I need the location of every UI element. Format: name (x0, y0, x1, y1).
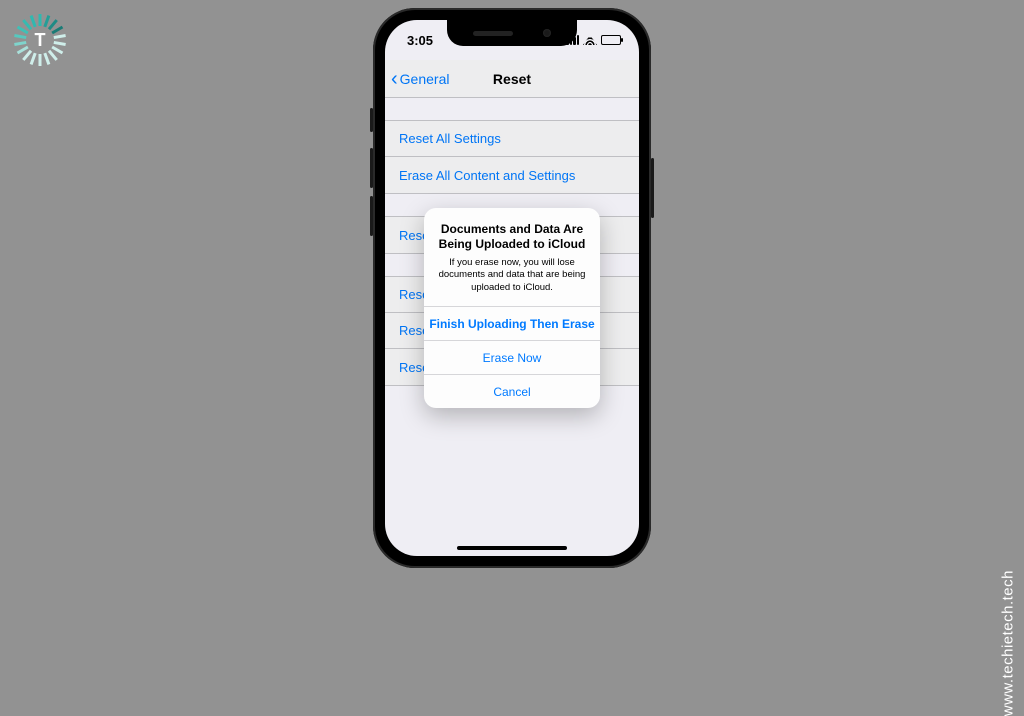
cancel-button[interactable]: Cancel (424, 374, 600, 408)
alert-title: Documents and Data Are Being Uploaded to… (436, 222, 588, 253)
icloud-upload-alert: Documents and Data Are Being Uploaded to… (424, 208, 600, 408)
alert-message: If you erase now, you will lose document… (436, 257, 588, 294)
button-label: Cancel (493, 385, 530, 399)
front-camera (543, 29, 551, 37)
power-button (651, 158, 654, 218)
finish-uploading-button[interactable]: Finish Uploading Then Erase (424, 306, 600, 340)
brand-logo-letter: T (35, 30, 46, 51)
button-label: Erase Now (483, 351, 542, 365)
phone-frame: 3:05 ‹ General Reset Reset All Settings (373, 8, 651, 568)
volume-up-button (370, 148, 373, 188)
notch (447, 20, 577, 46)
watermark-text: www.techietech.tech (999, 570, 1016, 716)
phone-screen: 3:05 ‹ General Reset Reset All Settings (385, 20, 639, 556)
alert-header: Documents and Data Are Being Uploaded to… (424, 208, 600, 306)
volume-down-button (370, 196, 373, 236)
erase-now-button[interactable]: Erase Now (424, 340, 600, 374)
button-label: Finish Uploading Then Erase (429, 317, 594, 331)
speaker-grille (473, 31, 513, 36)
home-indicator[interactable] (457, 546, 567, 550)
modal-overlay: Documents and Data Are Being Uploaded to… (385, 20, 639, 556)
brand-logo: T (12, 12, 68, 68)
